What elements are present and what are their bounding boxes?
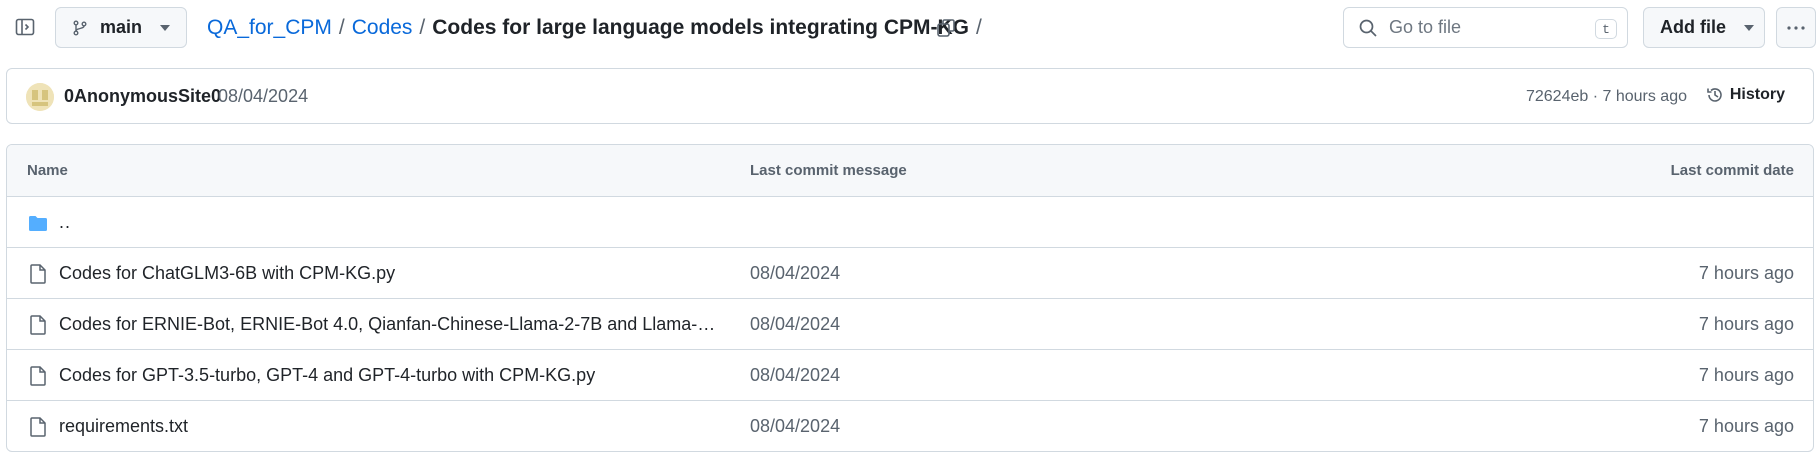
breadcrumb-repo-link[interactable]: QA_for_CPM <box>207 16 332 40</box>
commit-message-link[interactable]: 08/04/2024 <box>218 86 308 107</box>
file-commit-date: 7 hours ago <box>1698 314 1794 334</box>
table-row: Codes for ERNIE-Bot, ERNIE-Bot 4.0, Qian… <box>7 299 1813 350</box>
latest-commit-bar: 0AnonymousSite0 08/04/2024 72624eb · 7 h… <box>6 68 1814 124</box>
file-icon <box>27 263 49 285</box>
search-icon <box>1359 19 1377 37</box>
file-commit-date: 7 hours ago <box>1698 416 1794 436</box>
file-commit-date: 7 hours ago <box>1698 263 1794 283</box>
add-file-label: Add file <box>1660 17 1726 37</box>
copy-path-button[interactable] <box>932 14 960 42</box>
file-commit-message-link[interactable]: 08/04/2024 <box>750 263 840 284</box>
table-header: Name Last commit message Last commit dat… <box>7 145 1813 197</box>
file-commit-message-link[interactable]: 08/04/2024 <box>750 365 840 386</box>
search-input[interactable] <box>1389 17 1589 38</box>
file-name-link[interactable]: requirements.txt <box>59 416 188 437</box>
parent-directory-row[interactable]: .. <box>7 197 1813 248</box>
file-icon <box>27 416 49 438</box>
column-header-name: Name <box>27 162 68 179</box>
add-file-button[interactable]: Add file <box>1643 7 1765 48</box>
table-row: Codes for GPT-3.5-turbo, GPT-4 and GPT-4… <box>7 350 1813 401</box>
file-name-link[interactable]: Codes for GPT-3.5-turbo, GPT-4 and GPT-4… <box>59 365 595 386</box>
history-icon <box>1706 86 1724 104</box>
kebab-icon <box>1787 25 1805 30</box>
file-table: Name Last commit message Last commit dat… <box>6 144 1814 452</box>
commit-sha-and-time[interactable]: 72624eb · 7 hours ago <box>1526 88 1687 106</box>
branch-selector-button[interactable]: main <box>55 7 187 48</box>
breadcrumb-separator: / <box>419 16 426 39</box>
file-commit-date: 7 hours ago <box>1698 365 1794 385</box>
breadcrumb-separator: / <box>338 16 345 39</box>
breadcrumb-folder-link[interactable]: Codes <box>352 16 413 40</box>
file-commit-message-link[interactable]: 08/04/2024 <box>750 314 840 335</box>
copy-icon <box>936 18 956 38</box>
table-row: Codes for ChatGLM3-6B with CPM-KG.py 08/… <box>7 248 1813 299</box>
file-name-link[interactable]: Codes for ChatGLM3-6B with CPM-KG.py <box>59 263 395 284</box>
history-button[interactable]: History <box>1706 86 1785 104</box>
column-header-date: Last commit date <box>1670 162 1794 179</box>
top-bar: main QA_for_CPM / Codes / Codes for larg… <box>0 0 1816 56</box>
go-to-file-search[interactable]: t <box>1343 7 1628 48</box>
column-header-message: Last commit message <box>750 162 907 179</box>
branch-name: main <box>100 17 143 37</box>
file-commit-message-link[interactable]: 08/04/2024 <box>750 416 840 437</box>
history-label: History <box>1729 86 1785 103</box>
file-name-link[interactable]: Codes for ERNIE-Bot, ERNIE-Bot 4.0, Qian… <box>59 314 719 335</box>
chevron-down-icon <box>160 24 171 31</box>
folder-icon <box>27 212 49 234</box>
breadcrumb: QA_for_CPM / Codes / Codes for large lan… <box>207 14 989 42</box>
avatar[interactable] <box>26 83 54 111</box>
more-options-button[interactable] <box>1776 7 1816 48</box>
breadcrumb-separator: / <box>976 16 982 39</box>
breadcrumb-current: Codes for large language models integrat… <box>432 16 969 39</box>
parent-directory-link[interactable]: .. <box>59 212 71 233</box>
file-icon <box>27 314 49 336</box>
keyboard-shortcut-hint: t <box>1595 19 1617 39</box>
table-row: requirements.txt 08/04/2024 7 hours ago <box>7 401 1813 451</box>
file-icon <box>27 365 49 387</box>
commit-author-link[interactable]: 0AnonymousSite0 <box>64 86 221 107</box>
chevron-down-icon <box>1744 24 1754 31</box>
sidebar-toggle-icon[interactable] <box>12 14 38 40</box>
branch-icon <box>72 20 88 36</box>
